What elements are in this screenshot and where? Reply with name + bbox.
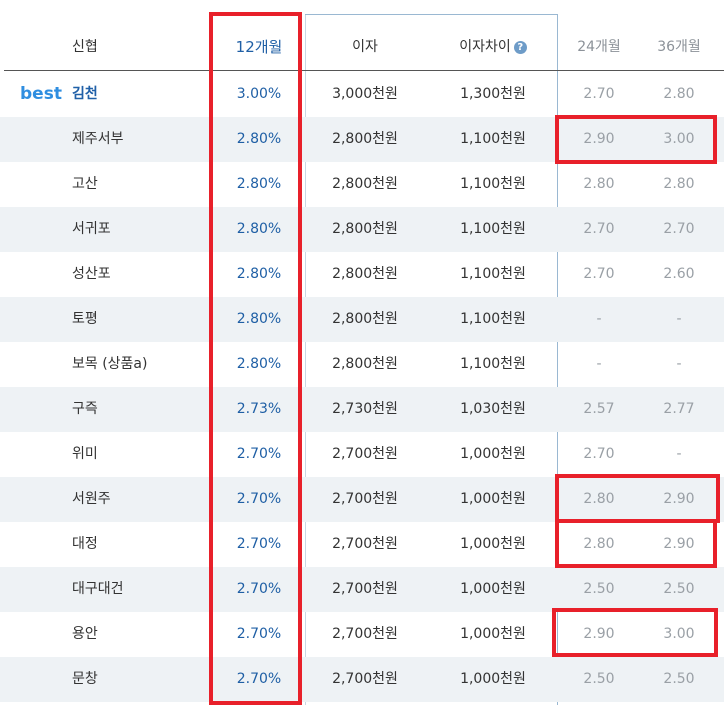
interest-difference: 1,000천원 [460, 536, 526, 552]
interest-amount: 2,700천원 [332, 491, 398, 507]
rate-24-month: 2.80 [583, 176, 615, 192]
highlight-jeju-seobu-long-term [555, 115, 717, 164]
interest-amount: 2,800천원 [332, 131, 398, 147]
branch-name: 대정 [72, 536, 98, 552]
interest-difference: 1,100천원 [460, 356, 526, 372]
interest-difference: 1,000천원 [460, 491, 526, 507]
table-row[interactable]: 보목 (상품a) 2.80% 2,800천원 1,100천원 - - [0, 342, 724, 387]
table-header: 신협 12개월 이자 이자차이? 24개월 36개월 [0, 14, 724, 70]
highlight-yongan-long-term [552, 608, 718, 657]
interest-difference: 1,300천원 [460, 86, 526, 102]
rate-36-month: 2.80 [663, 176, 695, 192]
help-icon[interactable]: ? [513, 40, 527, 54]
rate-36-month: 2.60 [663, 266, 695, 282]
interest-amount: 2,700천원 [332, 446, 398, 462]
interest-amount: 2,700천원 [332, 581, 398, 597]
rate-24-month: 2.50 [583, 671, 615, 687]
branch-name: 문창 [72, 671, 98, 687]
table-row[interactable]: 대구대건 2.70% 2,700천원 1,000천원 2.50 2.50 [0, 567, 724, 612]
header-name: 신협 [72, 39, 98, 55]
rate-36-month: 2.70 [663, 221, 695, 237]
rate-24-month: 2.70 [583, 266, 615, 282]
rate-24-month: - [596, 311, 602, 327]
table-row[interactable]: 서귀포 2.80% 2,800천원 1,100천원 2.70 2.70 [0, 207, 724, 252]
branch-name: 위미 [72, 446, 98, 462]
header-interest-diff-label: 이자차이 [459, 39, 511, 55]
interest-amount: 2,700천원 [332, 671, 398, 687]
best-badge: best [20, 84, 62, 104]
interest-amount: 2,730천원 [332, 401, 398, 417]
table-row[interactable]: 구즉 2.73% 2,730천원 1,030천원 2.57 2.77 [0, 387, 724, 432]
branch-name: 제주서부 [72, 131, 124, 147]
table-row[interactable]: 토평 2.80% 2,800천원 1,100천원 - - [0, 297, 724, 342]
interest-amount: 2,800천원 [332, 311, 398, 327]
branch-name: 용안 [72, 626, 98, 642]
interest-difference: 1,000천원 [460, 671, 526, 687]
interest-difference: 1,100천원 [460, 176, 526, 192]
header-interest-diff: 이자차이? [428, 14, 558, 70]
branch-name: 고산 [72, 176, 98, 192]
rate-36-month: 2.50 [663, 671, 695, 687]
rate-24-month: - [596, 356, 602, 372]
branch-name: 김천 [72, 86, 98, 102]
branch-name: 서원주 [72, 491, 111, 507]
table-row[interactable]: 위미 2.70% 2,700천원 1,000천원 2.70- [0, 432, 724, 477]
header-24-month[interactable]: 24개월 [560, 14, 638, 70]
interest-difference: 1,100천원 [460, 266, 526, 282]
interest-amount: 3,000천원 [332, 86, 398, 102]
table-row[interactable]: best 김천 3.00% 3,000천원 1,300천원 2.70 2.80 [0, 72, 724, 117]
interest-amount: 2,700천원 [332, 536, 398, 552]
rate-24-month: 2.70 [583, 221, 615, 237]
highlight-daejeong-long-term [555, 519, 717, 568]
rate-36-month: - [676, 356, 682, 372]
branch-name: 대구대건 [72, 581, 124, 597]
branch-name: 구즉 [72, 401, 98, 417]
interest-amount: 2,800천원 [332, 221, 398, 237]
rate-24-month: 2.70 [583, 446, 615, 462]
branch-name: 토평 [72, 311, 98, 327]
interest-amount: 2,800천원 [332, 356, 398, 372]
rate-36-month: - [676, 446, 682, 462]
highlight-seowonju-long-term [555, 474, 720, 523]
interest-amount: 2,800천원 [332, 176, 398, 192]
interest-difference: 1,100천원 [460, 311, 526, 327]
branch-name: 성산포 [72, 266, 111, 282]
interest-difference: 1,030천원 [460, 401, 526, 417]
rate-24-month: 2.70 [583, 86, 615, 102]
interest-amount: 2,700천원 [332, 626, 398, 642]
table-row[interactable]: 문창 2.70% 2,700천원 1,000천원 2.50 2.50 [0, 657, 724, 702]
header-36-month[interactable]: 36개월 [640, 14, 718, 70]
rate-24-month: 2.50 [583, 581, 615, 597]
interest-difference: 1,000천원 [460, 581, 526, 597]
interest-amount: 2,800천원 [332, 266, 398, 282]
interest-difference: 1,100천원 [460, 221, 526, 237]
table-row[interactable]: 고산 2.80% 2,800천원 1,100천원 2.80 2.80 [0, 162, 724, 207]
rate-36-month: - [676, 311, 682, 327]
branch-name: 서귀포 [72, 221, 111, 237]
interest-difference: 1,100천원 [460, 131, 526, 147]
header-divider [4, 70, 724, 71]
table-row[interactable]: 성산포 2.80% 2,800천원 1,100천원 2.70 2.60 [0, 252, 724, 297]
interest-difference: 1,000천원 [460, 446, 526, 462]
highlight-12-month-column [209, 12, 302, 705]
rate-36-month: 2.80 [663, 86, 695, 102]
header-interest: 이자 [352, 39, 378, 55]
rate-36-month: 2.77 [663, 401, 695, 417]
rate-24-month: 2.57 [583, 401, 615, 417]
interest-difference: 1,000천원 [460, 626, 526, 642]
rate-36-month: 2.50 [663, 581, 695, 597]
branch-name: 보목 (상품a) [72, 356, 148, 372]
